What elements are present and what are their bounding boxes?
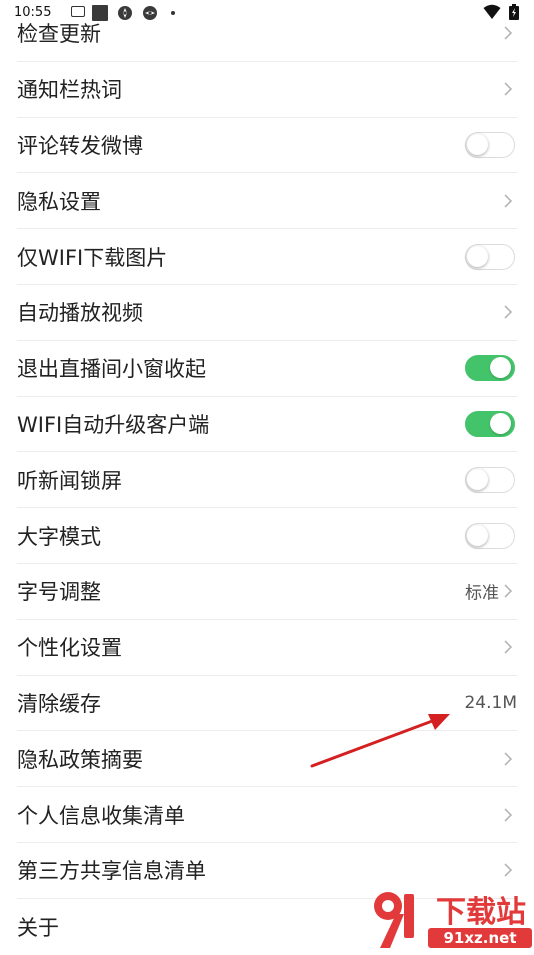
toggle-knob bbox=[490, 412, 511, 434]
annotation-arrow bbox=[310, 714, 450, 768]
settings-row-value: 标准 bbox=[465, 583, 499, 604]
settings-row[interactable]: 大字模式 bbox=[17, 508, 517, 564]
settings-row[interactable]: 退出直播间小窗收起 bbox=[17, 341, 517, 397]
settings-row-label: 自动播放视频 bbox=[17, 301, 143, 326]
toggle-knob bbox=[467, 524, 488, 546]
settings-row[interactable]: 字号调整 标准 bbox=[17, 564, 517, 620]
settings-row[interactable]: 评论转发微博 bbox=[17, 118, 517, 174]
settings-row-label: 个性化设置 bbox=[17, 636, 122, 661]
settings-row-label: 大字模式 bbox=[17, 524, 101, 549]
toggle-knob bbox=[490, 357, 511, 379]
toggle-switch[interactable] bbox=[465, 522, 515, 549]
settings-row-label: 退出直播间小窗收起 bbox=[17, 357, 206, 382]
chevron-right-icon bbox=[504, 82, 513, 96]
toggle-knob bbox=[467, 245, 488, 267]
watermark-url: 91xz.net bbox=[443, 929, 516, 947]
settings-list: 检查更新通知栏热词评论转发微博 隐私设置仅WIFI下载图片 自动播放视频退出直播间小… bbox=[0, 6, 534, 955]
settings-row-value: 24.1M bbox=[464, 692, 517, 713]
settings-row[interactable]: 通知栏热词 bbox=[17, 62, 517, 118]
chevron-right-icon bbox=[504, 305, 513, 319]
toggle-knob bbox=[467, 133, 488, 155]
toggle-switch[interactable] bbox=[465, 243, 515, 270]
chevron-right-icon bbox=[504, 26, 513, 40]
settings-row[interactable]: 仅WIFI下载图片 bbox=[17, 229, 517, 285]
chevron-right-icon bbox=[504, 863, 513, 877]
settings-row[interactable]: WIFI自动升级客户端 bbox=[17, 397, 517, 453]
settings-row-label: 字号调整 bbox=[17, 580, 101, 605]
settings-row[interactable]: 个性化设置 bbox=[17, 620, 517, 676]
settings-row[interactable]: 检查更新 bbox=[17, 6, 517, 62]
settings-row[interactable]: 自动播放视频 bbox=[17, 285, 517, 341]
settings-row[interactable]: 个人信息收集清单 bbox=[17, 787, 517, 843]
settings-row-label: 通知栏热词 bbox=[17, 78, 122, 103]
chevron-right-icon bbox=[504, 752, 513, 766]
toggle-switch[interactable] bbox=[465, 410, 515, 437]
toggle-switch[interactable] bbox=[465, 131, 515, 158]
settings-row[interactable]: 听新闻锁屏 bbox=[17, 452, 517, 509]
chevron-right-icon bbox=[504, 194, 513, 208]
toggle-knob bbox=[467, 468, 488, 490]
chevron-right-icon bbox=[504, 584, 513, 598]
settings-row-label: 仅WIFI下载图片 bbox=[17, 245, 168, 270]
watermark-title: 下载站 bbox=[436, 895, 526, 930]
settings-row-label: 隐私政策摘要 bbox=[17, 747, 143, 772]
settings-row-label: 听新闻锁屏 bbox=[17, 468, 122, 493]
settings-row-label: 第三方共享信息清单 bbox=[17, 859, 206, 884]
settings-row-label: 个人信息收集清单 bbox=[17, 803, 185, 828]
settings-row-label: 清除缓存 bbox=[17, 691, 101, 716]
chevron-right-icon bbox=[504, 640, 513, 654]
settings-row[interactable]: 隐私设置 bbox=[17, 173, 517, 230]
settings-row-label: 关于 bbox=[17, 915, 59, 940]
settings-row-label: WIFI自动升级客户端 bbox=[17, 412, 210, 437]
toggle-switch[interactable] bbox=[465, 355, 515, 382]
watermark-logo: 下载站 91xz.net bbox=[374, 892, 532, 948]
settings-row-label: 隐私设置 bbox=[17, 189, 101, 214]
settings-row-label: 检查更新 bbox=[17, 22, 101, 47]
toggle-switch[interactable] bbox=[465, 466, 515, 493]
chevron-right-icon bbox=[504, 807, 513, 822]
settings-row-label: 评论转发微博 bbox=[17, 133, 143, 158]
